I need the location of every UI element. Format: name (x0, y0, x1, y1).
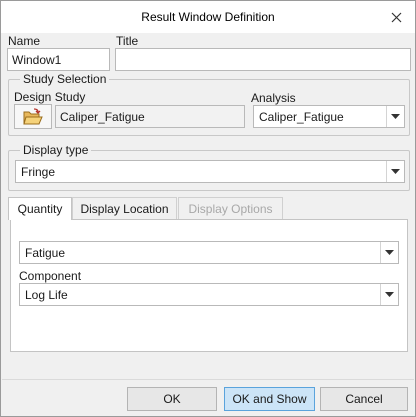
display-type-select[interactable]: Fringe (15, 160, 405, 183)
close-button[interactable] (383, 5, 409, 29)
dialog-title: Result Window Definition (141, 10, 275, 24)
folder-open-icon (23, 107, 43, 124)
name-label: Name (8, 34, 41, 48)
tab-quantity[interactable]: Quantity (8, 197, 72, 220)
title-input[interactable] (115, 48, 411, 71)
title-label: Title (116, 34, 139, 48)
quantity-select-value: Fatigue (25, 246, 66, 260)
quantity-select[interactable]: Fatigue (19, 241, 399, 264)
design-study-field (55, 105, 245, 128)
tab-display-location[interactable]: Display Location (72, 197, 177, 219)
name-input[interactable] (7, 48, 110, 71)
title-bar: Result Window Definition (1, 1, 415, 33)
display-type-select-value: Fringe (21, 165, 56, 179)
component-select-value: Log Life (25, 288, 68, 302)
component-label: Component (19, 269, 82, 283)
analysis-select[interactable]: Caliper_Fatigue (253, 105, 405, 128)
ok-button[interactable]: OK (127, 387, 217, 411)
component-select[interactable]: Log Life (19, 283, 399, 306)
chevron-down-icon (386, 161, 404, 182)
cancel-button[interactable]: Cancel (320, 387, 408, 411)
analysis-select-value: Caliper_Fatigue (259, 110, 344, 124)
footer-divider (2, 379, 414, 380)
result-window-definition-dialog: Result Window Definition Name Title Stud… (0, 0, 416, 417)
design-study-label: Design Study (14, 90, 86, 104)
chevron-down-icon (380, 242, 398, 263)
tab-display-options: Display Options (178, 197, 283, 219)
analysis-label: Analysis (251, 91, 296, 105)
ok-and-show-button[interactable]: OK and Show (224, 387, 315, 411)
close-icon (391, 12, 401, 22)
chevron-down-icon (380, 284, 398, 305)
study-selection-legend: Study Selection (20, 72, 110, 86)
open-design-study-button[interactable] (14, 104, 52, 129)
chevron-down-icon (386, 106, 404, 127)
display-type-legend: Display type (20, 143, 92, 157)
